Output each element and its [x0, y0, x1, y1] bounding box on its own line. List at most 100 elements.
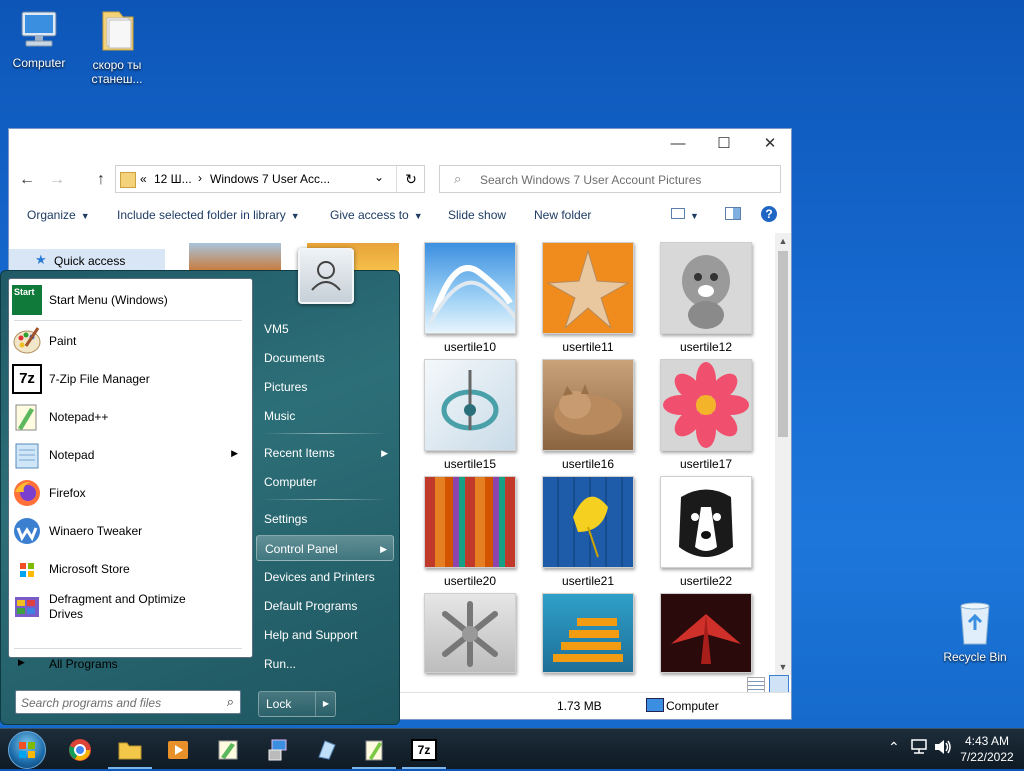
close-button[interactable]: ✕: [747, 129, 793, 159]
scroll-up-arrow[interactable]: ▲: [775, 233, 791, 249]
taskbar-notepadplusplus-icon[interactable]: [206, 733, 250, 767]
clock-date: 7/22/2022: [960, 750, 1014, 764]
slide-show-button[interactable]: Slide show: [448, 208, 506, 222]
program-firefox[interactable]: Firefox: [12, 476, 244, 510]
thumbnail-item[interactable]: usertile12: [660, 242, 752, 354]
maximize-button[interactable]: ☐: [701, 129, 747, 159]
program-start-menu-windows[interactable]: Start Start Menu (Windows): [12, 283, 244, 317]
thumbnail-image: [424, 242, 516, 334]
start-search-input[interactable]: Search programs and files ⌕: [15, 690, 241, 714]
start-link-recent-items[interactable]: Recent Items ▶: [256, 440, 394, 466]
start-orb-button[interactable]: [8, 731, 46, 769]
start-link-help-support[interactable]: Help and Support: [256, 622, 394, 648]
thumbnail-item[interactable]: usertile11: [542, 242, 634, 354]
taskbar-device-manager-icon[interactable]: [256, 733, 300, 767]
breadcrumb-item[interactable]: Windows 7 User Acc...: [210, 172, 330, 186]
address-bar[interactable]: « 12 Ш... › Windows 7 User Acc... ⌄ ↻: [115, 165, 425, 193]
thumbnail-label: usertile16: [561, 457, 615, 471]
taskbar-notepad-icon[interactable]: [304, 733, 348, 767]
up-arrow-icon[interactable]: ↑: [89, 169, 113, 191]
taskbar-7zip-label: 7z: [411, 739, 437, 761]
minimize-button[interactable]: —: [655, 129, 701, 159]
lock-options-arrow-icon[interactable]: ▶: [315, 692, 336, 716]
thumbnail-item[interactable]: usertile20: [424, 476, 516, 588]
organize-button[interactable]: Organize ▼: [27, 208, 90, 222]
start-link-computer[interactable]: Computer: [256, 469, 394, 495]
desktop-icon-recycle-bin[interactable]: Recycle Bin: [940, 600, 1010, 664]
refresh-icon[interactable]: ↻: [396, 166, 425, 192]
user-picture[interactable]: [298, 248, 354, 304]
details-view-icon[interactable]: [747, 677, 765, 693]
network-icon[interactable]: [910, 739, 928, 758]
start-link-documents[interactable]: Documents: [256, 345, 394, 371]
program-paint[interactable]: Paint: [12, 324, 244, 358]
program-notepad[interactable]: Notepad ▶: [12, 438, 244, 472]
new-folder-button[interactable]: New folder: [534, 208, 591, 222]
lock-label: Lock: [266, 697, 292, 711]
taskbar-media-player-icon[interactable]: [156, 733, 200, 767]
thumbnail-item[interactable]: [660, 593, 752, 673]
start-link-default-programs[interactable]: Default Programs: [256, 593, 394, 619]
thumbnail-item[interactable]: usertile17: [660, 359, 752, 471]
breadcrumb-chevron[interactable]: «: [140, 172, 147, 186]
scroll-down-arrow[interactable]: ▼: [775, 659, 791, 675]
start-link-pictures[interactable]: Pictures: [256, 374, 394, 400]
thumbnail-label: usertile20: [443, 574, 497, 588]
volume-icon[interactable]: [934, 739, 952, 758]
taskbar-chrome-icon[interactable]: [58, 733, 102, 767]
preview-pane-icon[interactable]: [725, 207, 741, 223]
divider: [14, 648, 242, 649]
include-in-library-button[interactable]: Include selected folder in library ▼: [117, 208, 300, 222]
thumbnail-item[interactable]: usertile16: [542, 359, 634, 471]
program-7zip[interactable]: 7z 7-Zip File Manager: [12, 362, 244, 396]
windows-logo-icon: [19, 742, 35, 758]
program-winaero-tweaker[interactable]: Winaero Tweaker: [12, 514, 244, 548]
taskbar-notepad2-icon[interactable]: [352, 733, 396, 769]
program-microsoft-store[interactable]: Microsoft Store: [12, 552, 244, 586]
thumbnail-item[interactable]: [542, 593, 634, 673]
search-icon: ⌕: [226, 694, 234, 709]
clock-time: 4:43 AM: [964, 734, 1010, 748]
give-access-button[interactable]: Give access to ▼: [330, 208, 423, 222]
clock[interactable]: 4:43 AM 7/22/2022: [956, 733, 1018, 765]
start-link-music[interactable]: Music: [256, 403, 394, 429]
taskbar-file-explorer-icon[interactable]: [108, 733, 152, 769]
show-hidden-icons-chevron[interactable]: ⌃: [888, 739, 900, 756]
all-programs-button[interactable]: ▶ All Programs: [14, 652, 244, 676]
back-arrow-icon[interactable]: ←: [15, 169, 39, 191]
thumbnail-label: usertile11: [562, 340, 614, 354]
thumbnail-image: [660, 242, 752, 334]
program-defragment[interactable]: Defragment and Optimize Drives: [12, 590, 244, 626]
forward-arrow-icon[interactable]: →: [45, 169, 69, 191]
search-input[interactable]: ⌕ Search Windows 7 User Account Pictures: [439, 165, 781, 193]
breadcrumb-separator[interactable]: ›: [198, 171, 202, 185]
thumbnail-image: [424, 359, 516, 451]
desktop-icon-computer[interactable]: Computer: [4, 8, 74, 70]
desktop-icon-folder[interactable]: скоро ты станеш...: [82, 8, 152, 86]
help-icon[interactable]: ?: [761, 206, 777, 222]
defragment-icon: [12, 592, 42, 622]
thumbnail-item[interactable]: [424, 593, 516, 673]
thumbnail-item[interactable]: usertile10: [424, 242, 516, 354]
nav-item-quick-access[interactable]: ★ Quick access: [9, 249, 165, 271]
chevron-down-icon[interactable]: ⌄: [374, 170, 384, 184]
scroll-thumb[interactable]: [778, 251, 788, 437]
start-link-run[interactable]: Run...: [256, 651, 394, 677]
view-options-icon[interactable]: ▼: [671, 208, 699, 222]
thumbnail-item[interactable]: usertile21: [542, 476, 634, 588]
vertical-scrollbar[interactable]: ▲ ▼: [775, 233, 791, 675]
search-icon: ⌕: [454, 171, 462, 186]
thumbnail-item[interactable]: usertile22: [660, 476, 752, 588]
window-titlebar[interactable]: — ☐ ✕: [9, 129, 791, 159]
thumbnail-partial[interactable]: [189, 243, 281, 271]
start-link-vm5[interactable]: VM5: [256, 316, 394, 342]
thumbnail-item[interactable]: usertile15: [424, 359, 516, 471]
taskbar-7zip-icon[interactable]: 7z: [402, 733, 446, 769]
start-link-control-panel[interactable]: Control Panel ▶: [256, 535, 394, 561]
program-notepadplusplus[interactable]: Notepad++: [12, 400, 244, 434]
start-link-settings[interactable]: Settings: [256, 506, 394, 532]
lock-button[interactable]: Lock ▶: [258, 691, 336, 717]
breadcrumb-item[interactable]: 12 Ш...: [154, 172, 192, 186]
start-link-devices-printers[interactable]: Devices and Printers: [256, 564, 394, 590]
command-bar: Organize ▼ Include selected folder in lib…: [9, 201, 791, 231]
